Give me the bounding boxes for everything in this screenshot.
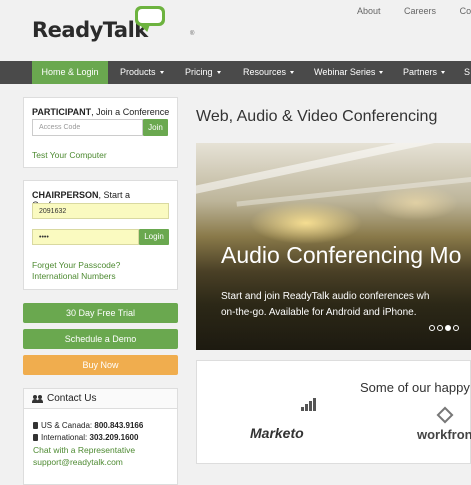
intl-number: 303.209.1600 — [89, 433, 139, 442]
caret-down-icon — [379, 71, 384, 75]
speech-bubble-icon — [135, 6, 165, 26]
nav-products[interactable]: Products — [120, 61, 164, 84]
phone-icon — [33, 434, 38, 441]
nav-label: Webinar Series — [314, 67, 376, 77]
about-link[interactable]: About — [357, 6, 381, 16]
people-icon — [32, 395, 43, 403]
international-numbers-link[interactable]: International Numbers — [32, 271, 116, 281]
access-code-input[interactable]: Access Code — [32, 119, 143, 136]
hero-title: Audio Conferencing Mo — [221, 242, 462, 268]
nav-partners[interactable]: Partners — [403, 61, 446, 84]
carousel-dot-active[interactable] — [445, 325, 451, 331]
hero-light-beam — [196, 143, 471, 198]
passcode-input[interactable]: •••• — [32, 229, 139, 245]
workfront-logo: workfron — [417, 427, 471, 442]
logo-wordmark: ReadyTalk — [32, 18, 148, 42]
join-button[interactable]: Join — [143, 119, 168, 136]
chairperson-number-input[interactable]: 2091632 — [32, 203, 169, 219]
contact-panel: Contact Us US & Canada: 800.843.9166 Int… — [23, 388, 178, 485]
nav-label: Resources — [243, 67, 287, 77]
us-label: US & Canada: — [41, 421, 93, 430]
participant-title: PARTICIPANT, Join a Conference — [32, 107, 169, 117]
intl-phone-line: International: 303.209.1600 — [33, 433, 138, 442]
top-header: ReadyTalk ® About Careers Con — [0, 0, 471, 60]
caret-down-icon — [216, 71, 221, 75]
nav-truncated[interactable]: S — [464, 61, 470, 84]
participant-title-bold: PARTICIPANT — [32, 107, 92, 117]
nav-label: Home & Login — [41, 67, 99, 77]
schedule-demo-button[interactable]: Schedule a Demo — [23, 329, 178, 349]
forgot-passcode-link[interactable]: Forget Your Passcode? — [32, 260, 120, 270]
nav-pricing[interactable]: Pricing — [185, 61, 221, 84]
contact-link[interactable]: Con — [460, 6, 471, 16]
chairperson-panel: CHAIRPERSON, Start a Conference 2091632 … — [23, 180, 178, 290]
careers-link[interactable]: Careers — [404, 6, 436, 16]
participant-title-rest: , Join a Conference — [91, 107, 170, 117]
contact-title: Contact Us — [47, 393, 97, 404]
test-computer-link[interactable]: Test Your Computer — [32, 150, 107, 160]
main-nav: Home & Login Products Pricing Resources … — [0, 61, 471, 84]
nav-webinar-series[interactable]: Webinar Series — [314, 61, 384, 84]
utility-links: About Careers Con — [357, 6, 471, 16]
nav-label: Products — [120, 67, 156, 77]
us-phone-line: US & Canada: 800.843.9166 — [33, 421, 143, 430]
hero-carousel[interactable]: Audio Conferencing Mo Start and join Rea… — [196, 143, 471, 350]
chairperson-title-bold: CHAIRPERSON — [32, 190, 99, 200]
page-title: Web, Audio & Video Conferencing — [196, 108, 438, 125]
contact-header: Contact Us — [24, 389, 177, 409]
nav-home-login[interactable]: Home & Login — [32, 61, 108, 84]
hero-line: Start and join ReadyTalk audio conferenc… — [221, 291, 430, 302]
phone-icon — [33, 422, 38, 429]
registered-mark: ® — [190, 31, 195, 37]
carousel-dots — [429, 322, 461, 334]
hero-line: on-the-go. Available for Android and iPh… — [221, 307, 417, 318]
chat-link[interactable]: Chat with a Representative — [33, 445, 135, 455]
intl-label: International: — [41, 433, 88, 442]
login-button[interactable]: Login — [139, 229, 169, 245]
hero-light-beam — [236, 174, 471, 207]
caret-down-icon — [441, 71, 446, 75]
carousel-dot[interactable] — [453, 325, 459, 331]
nav-label: S — [464, 67, 471, 77]
marketo-logo: Marketo — [250, 425, 304, 441]
readytalk-logo[interactable]: ReadyTalk ® — [32, 6, 194, 46]
nav-label: Pricing — [185, 67, 213, 77]
buy-now-button[interactable]: Buy Now — [23, 355, 178, 375]
us-number: 800.843.9166 — [94, 421, 144, 430]
hero-body: Start and join ReadyTalk audio conferenc… — [221, 289, 471, 321]
workfront-icon — [436, 406, 454, 424]
nav-resources[interactable]: Resources — [243, 61, 295, 84]
caret-down-icon — [290, 71, 295, 75]
carousel-dot[interactable] — [429, 325, 435, 331]
support-email-link[interactable]: support@readytalk.com — [33, 457, 123, 467]
caret-down-icon — [159, 71, 164, 75]
participant-panel: PARTICIPANT, Join a Conference Access Co… — [23, 97, 178, 168]
carousel-dot[interactable] — [437, 325, 443, 331]
customers-panel: Some of our happy Marketo workfron — [196, 360, 471, 464]
nav-label: Partners — [403, 67, 438, 77]
customers-title: Some of our happy — [360, 380, 470, 395]
free-trial-button[interactable]: 30 Day Free Trial — [23, 303, 178, 323]
